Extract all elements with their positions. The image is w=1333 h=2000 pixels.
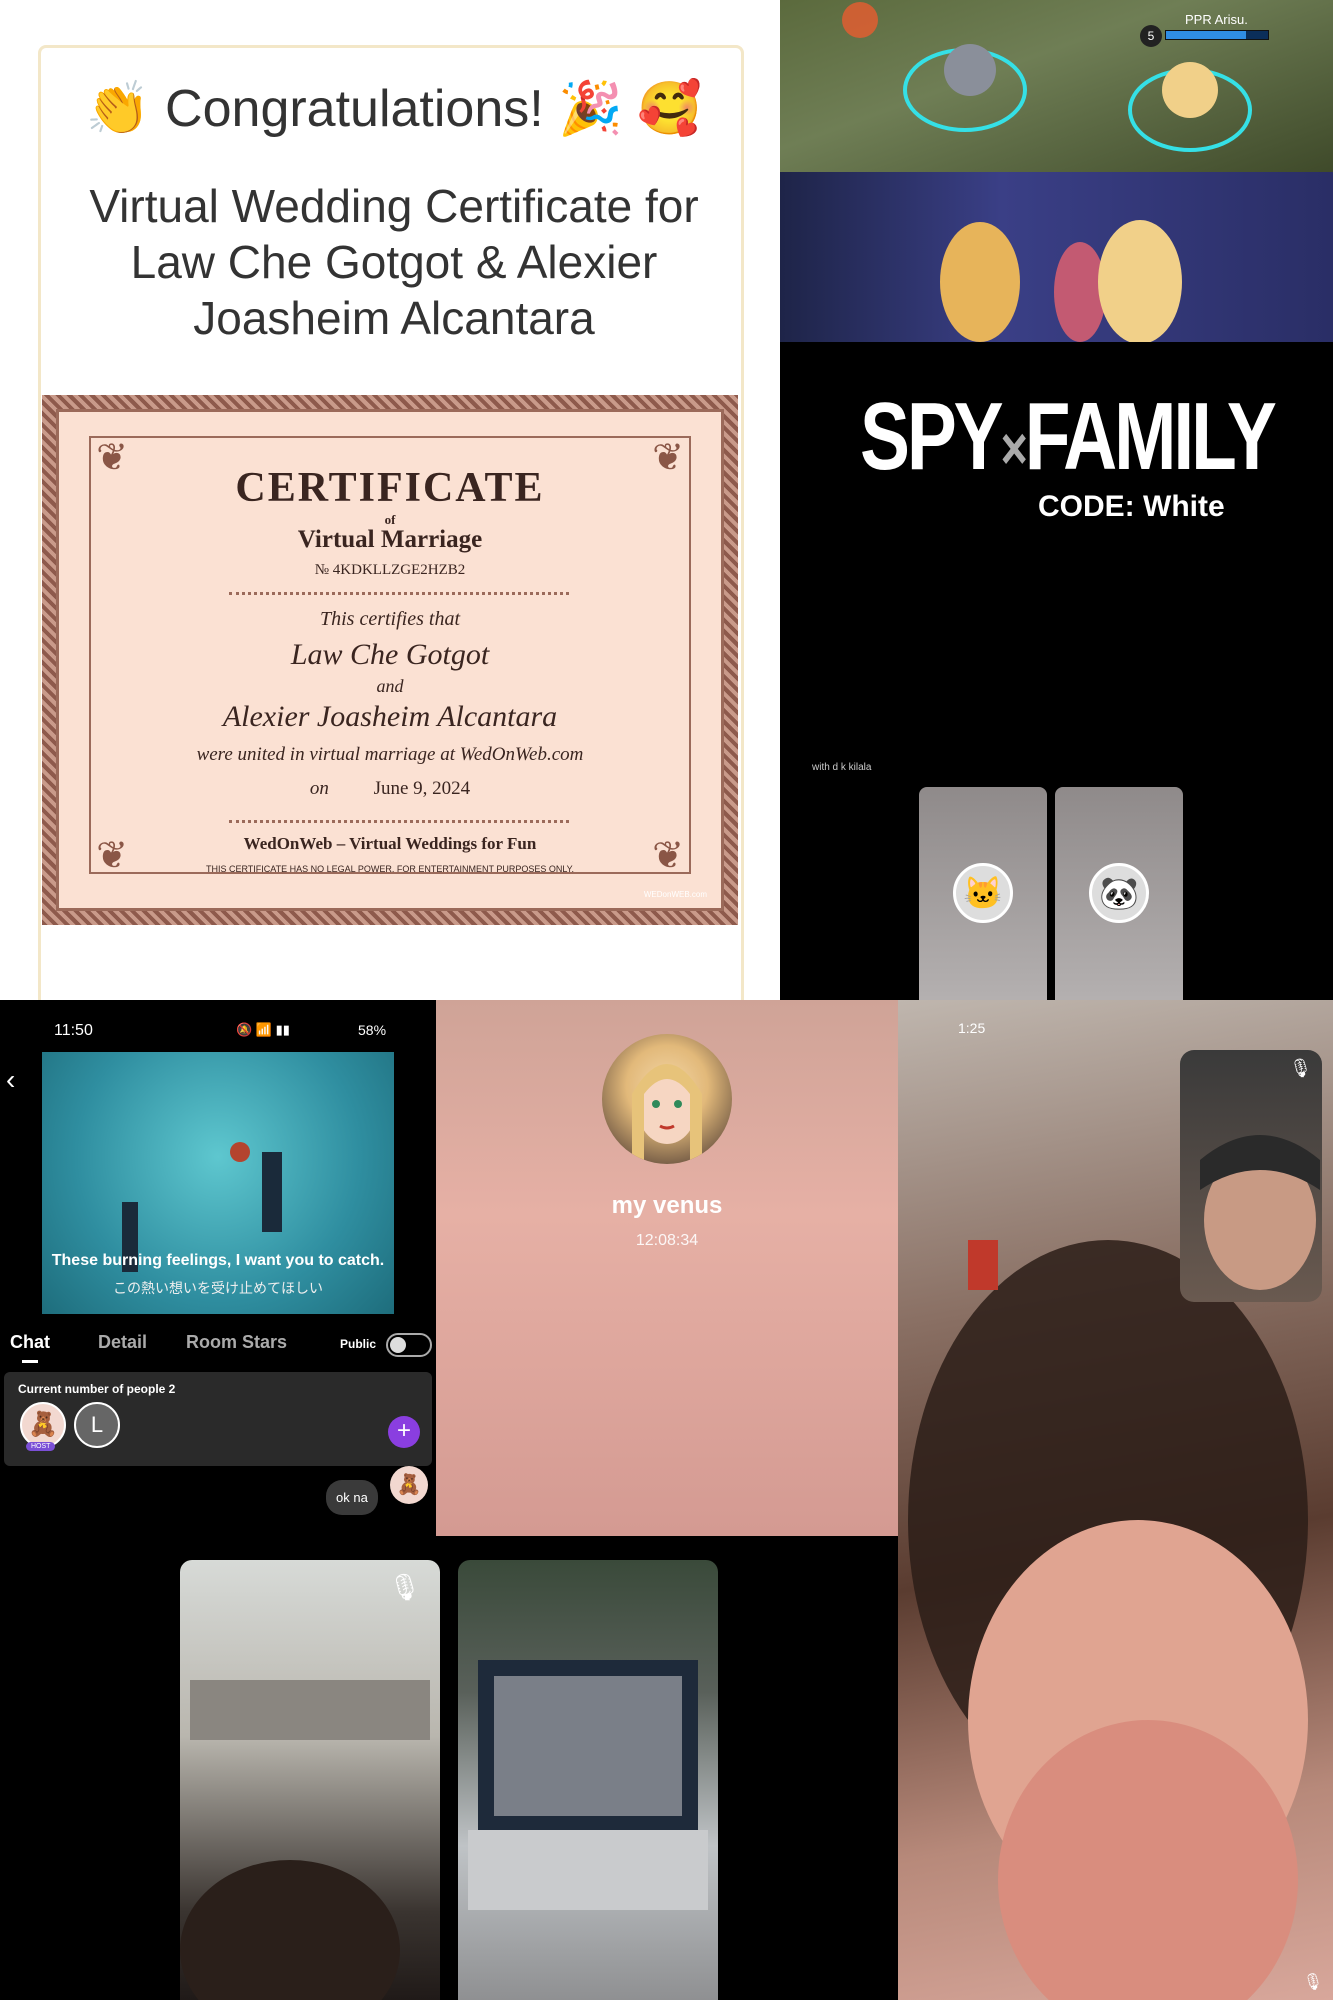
game-scene bbox=[842, 2, 1252, 152]
chevron-left-icon[interactable]: ‹ bbox=[6, 1064, 15, 1096]
subtitle-japanese: この熱い想いを受け止めてほしい bbox=[113, 1280, 323, 1296]
contact-avatar bbox=[602, 1034, 732, 1164]
mic-off-icon: 🎙 bbox=[1289, 1058, 1312, 1078]
video-call-panel: 1:25 🎙 🎙 bbox=[898, 1000, 1333, 2000]
watch-party-panel: 11:50 🔕 📶 ▮▮ 58% ‹ These burning feeling… bbox=[0, 1000, 436, 1536]
player-avatar: 🐱 bbox=[953, 863, 1013, 923]
certificate-number: № 4KDKLLZGE2HZB2 bbox=[314, 562, 466, 578]
certificate-panel: 👏 Congratulations! 🎉 🥰 Virtual Wedding C… bbox=[0, 0, 780, 1015]
spy-family-code: CODE: White bbox=[1038, 490, 1225, 523]
game-screenshot-top bbox=[780, 0, 1333, 172]
on-label: on bbox=[309, 778, 329, 799]
spy-family-logo: SPY×FAMILY bbox=[860, 382, 1277, 492]
congrats-heading: 👏 Congratulations! 🎉 🥰 bbox=[41, 78, 747, 139]
spouse-name-1: Law Che Gotgot bbox=[290, 638, 490, 671]
with-label: with d k kilala bbox=[812, 762, 872, 773]
logo-spy: SPY bbox=[860, 383, 1004, 490]
wedding-date: June 9, 2024 bbox=[373, 778, 471, 799]
voice-call-panel: my venus 12:08:34 bbox=[436, 1000, 898, 1536]
player-card[interactable]: 🐱 bbox=[919, 787, 1047, 1000]
plus-icon[interactable]: + bbox=[388, 1416, 420, 1448]
video-tile[interactable]: 🎙 bbox=[180, 1560, 440, 2000]
pip-video[interactable]: 🎙 bbox=[1180, 1050, 1322, 1302]
united-text: were united in virtual marriage at WedOn… bbox=[196, 744, 584, 765]
public-toggle[interactable] bbox=[386, 1333, 432, 1357]
certificate-footer: WedOnWeb – Virtual Weddings for Fun bbox=[243, 834, 537, 853]
date-line: on June 9, 2024 bbox=[59, 778, 721, 800]
chat-message: ok na bbox=[326, 1480, 378, 1515]
group-video-panel: 🎙 bbox=[0, 1536, 898, 2000]
certificate-frame: ❦ ❦ ❦ ❦ CERTIFICATE of Virtual Marriage … bbox=[42, 395, 738, 925]
pip-scene bbox=[1200, 1135, 1320, 1290]
people-box: Current number of people 2 🧸 HOST L + bbox=[4, 1372, 432, 1466]
spy-family-panel: SPY×FAMILY CODE: White with d k kilala 🐱… bbox=[780, 342, 1333, 1000]
battery-level: 58% bbox=[358, 1022, 387, 1038]
player-name: PPR Arisu. bbox=[1185, 12, 1248, 27]
hp-bar bbox=[1165, 30, 1269, 40]
player-card[interactable]: 🐼 bbox=[1055, 787, 1183, 1000]
clap-emoji: 👏 bbox=[85, 80, 151, 138]
congrats-text: Congratulations! bbox=[165, 80, 544, 138]
status-time: 11:50 bbox=[54, 1022, 93, 1039]
host-badge: HOST bbox=[26, 1442, 56, 1451]
message-avatar: 🧸 bbox=[390, 1466, 428, 1504]
tab-detail[interactable]: Detail bbox=[98, 1332, 147, 1353]
player-level-badge: 5 bbox=[1140, 25, 1162, 47]
player-avatar: 🐼 bbox=[1089, 863, 1149, 923]
game-characters bbox=[940, 220, 1182, 342]
tab-underline bbox=[22, 1360, 38, 1363]
contact-name: my venus bbox=[611, 1192, 723, 1219]
people-count-label: Current number of people 2 bbox=[18, 1382, 176, 1396]
call-timer: 12:08:34 bbox=[635, 1232, 699, 1249]
logo-family: FAMILY bbox=[1024, 383, 1277, 490]
mic-off-icon: 🎙 bbox=[1302, 1974, 1323, 1991]
tile-scene bbox=[180, 1680, 430, 2000]
and-text: and bbox=[376, 676, 404, 696]
video-player[interactable] bbox=[42, 1052, 394, 1314]
certifies-text: This certifies that bbox=[320, 608, 460, 630]
party-emoji: 🎉 🥰 bbox=[558, 80, 703, 138]
status-icons: 🔕 📶 ▮▮ bbox=[236, 1022, 290, 1037]
public-label: Public bbox=[340, 1337, 377, 1351]
avatar-portrait bbox=[632, 1064, 702, 1164]
hp-bar-fill bbox=[1166, 31, 1246, 39]
toggle-knob bbox=[390, 1337, 406, 1353]
certificate-title: CERTIFICATE bbox=[235, 465, 545, 511]
certificate-heading: Virtual Wedding Certificate for Law Che … bbox=[89, 180, 699, 344]
logo-x: × bbox=[1000, 415, 1027, 482]
certificate-inner: ❦ ❦ ❦ ❦ CERTIFICATE of Virtual Marriage … bbox=[56, 409, 724, 911]
mic-off-icon: 🎙 bbox=[388, 1572, 422, 1602]
divider bbox=[229, 820, 569, 823]
divider bbox=[229, 592, 569, 595]
tile-scene bbox=[468, 1660, 708, 1910]
certificate-disclaimer: THIS CERTIFICATE HAS NO LEGAL POWER. FOR… bbox=[205, 864, 575, 874]
game-screenshot-bottom bbox=[780, 172, 1333, 342]
tab-chat[interactable]: Chat bbox=[10, 1332, 50, 1353]
video-tile[interactable] bbox=[458, 1560, 718, 2000]
certificate-subtitle: Virtual Marriage bbox=[297, 526, 483, 553]
guest-avatar[interactable]: L bbox=[74, 1402, 120, 1448]
video-scene bbox=[122, 1142, 282, 1272]
status-time: 1:25 bbox=[958, 1020, 986, 1036]
tab-room-stars[interactable]: Room Stars bbox=[186, 1332, 287, 1353]
spouse-name-2: Alexier Joasheim Alcantara bbox=[222, 700, 558, 733]
subtitle-english: These burning feelings, I want you to ca… bbox=[51, 1252, 385, 1269]
certificate-watermark: WEDonWEB.com bbox=[643, 890, 707, 899]
